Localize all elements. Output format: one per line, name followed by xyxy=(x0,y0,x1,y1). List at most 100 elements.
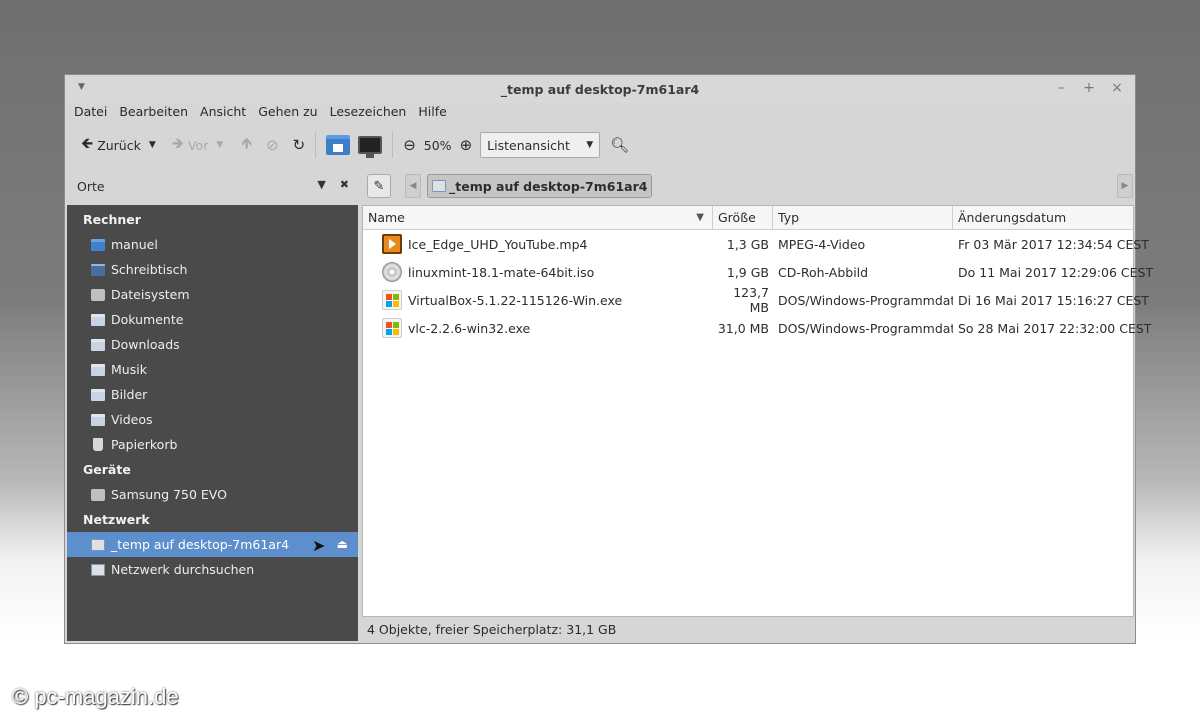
column-header-name[interactable]: Name ▼ xyxy=(363,206,713,229)
sidebar-item-label: Videos xyxy=(111,412,153,427)
sidebar-item-musik[interactable]: Musik xyxy=(67,357,358,382)
back-history-caret-icon[interactable]: ▼ xyxy=(149,140,156,150)
up-arrow-icon: 🡹 xyxy=(241,133,253,152)
file-name: vlc-2.2.6-win32.exe xyxy=(408,320,531,336)
sidebar-item-samsung-ssd[interactable]: Samsung 750 EVO xyxy=(67,482,358,507)
column-header-date[interactable]: Änderungsdatum xyxy=(953,206,1133,229)
sidebar-item-label: Musik xyxy=(111,362,147,377)
forward-arrow-icon: 🡺 xyxy=(171,133,184,152)
network-share-icon xyxy=(432,180,446,192)
title-bar: ▼ _temp auf desktop-7m61ar4 – + × xyxy=(65,75,1135,103)
menu-gehen-zu[interactable]: Gehen zu xyxy=(252,103,323,123)
table-row[interactable]: VirtualBox-5.1.22-115126-Win.exe 123,7 M… xyxy=(363,285,1149,315)
sidebar-item-label: manuel xyxy=(111,237,158,252)
file-name: linuxmint-18.1-mate-64bit.iso xyxy=(408,264,595,280)
stop-button[interactable]: ⊘ xyxy=(262,130,283,160)
close-button[interactable]: × xyxy=(1109,80,1125,96)
forward-history-caret-icon[interactable]: ▼ xyxy=(216,140,223,150)
file-list-header: Name ▼ Größe Typ Änderungsdatum xyxy=(363,206,1133,230)
drive-icon xyxy=(91,288,105,301)
sidebar-item-downloads[interactable]: Downloads xyxy=(67,332,358,357)
sidebar-item-schreibtisch[interactable]: Schreibtisch xyxy=(67,257,358,282)
eject-icon[interactable]: ⏏ xyxy=(337,537,348,551)
trash-icon xyxy=(93,438,103,451)
search-button[interactable]: 🔍︎ xyxy=(606,130,633,160)
section-header-netzwerk: Netzwerk xyxy=(83,512,150,527)
chevron-down-icon: ▼ xyxy=(586,140,594,150)
menu-datei[interactable]: Datei xyxy=(68,103,113,123)
mouse-cursor-icon: ➤ xyxy=(312,536,326,555)
breadcrumb-label: _temp auf desktop-7m61ar4 xyxy=(449,178,648,194)
sidebar-item-videos[interactable]: Videos xyxy=(67,407,358,432)
sidebar-item-bilder[interactable]: Bilder xyxy=(67,382,358,407)
video-file-icon xyxy=(382,234,402,254)
path-scroll-right-button[interactable]: ▶ xyxy=(1117,174,1133,198)
column-header-type[interactable]: Typ xyxy=(773,206,953,229)
sidebar-item-papierkorb[interactable]: Papierkorb xyxy=(67,432,358,457)
computer-button[interactable] xyxy=(354,130,386,160)
sidebar-item-label: Dateisystem xyxy=(111,287,190,302)
sidebar-item-dateisystem[interactable]: Dateisystem xyxy=(67,282,358,307)
sidebar-item-label: Schreibtisch xyxy=(111,262,188,277)
sidebar-item-dokumente[interactable]: Dokumente xyxy=(67,307,358,332)
zoom-in-icon: ⊕ xyxy=(459,136,473,154)
forward-button[interactable]: 🡺 Vor ▼ xyxy=(168,130,227,160)
column-label: Name xyxy=(368,210,405,225)
windows-exe-icon xyxy=(382,318,402,338)
maximize-button[interactable]: + xyxy=(1081,80,1097,96)
sidebar-item-label: Samsung 750 EVO xyxy=(111,487,227,502)
zoom-in-button[interactable]: ⊕ xyxy=(456,130,477,160)
file-size: 123,7 MB xyxy=(733,285,769,315)
file-list: Name ▼ Größe Typ Änderungsdatum Ice_Edge… xyxy=(362,205,1153,617)
file-type: DOS/Windows-Programmdatei xyxy=(778,320,953,336)
menu-bar: Datei Bearbeiten Ansicht Gehen zu Leseze… xyxy=(65,103,1135,123)
breadcrumb-current[interactable]: _temp auf desktop-7m61ar4 xyxy=(427,174,653,198)
view-mode-select[interactable]: Listenansicht ▼ xyxy=(480,132,601,158)
file-date: Di 16 Mai 2017 15:16:27 CEST xyxy=(958,292,1149,308)
network-icon xyxy=(91,563,105,576)
file-type: DOS/Windows-Programmdatei xyxy=(778,292,953,308)
places-dropdown-icon[interactable]: ▼ xyxy=(317,178,325,191)
folder-icon xyxy=(91,388,105,401)
file-name: Ice_Edge_UHD_YouTube.mp4 xyxy=(408,236,588,252)
table-row[interactable]: vlc-2.2.6-win32.exe 31,0 MB DOS/Windows-… xyxy=(363,314,1151,342)
toggle-location-edit-button[interactable]: ✎ xyxy=(367,174,391,198)
places-label[interactable]: Orte xyxy=(77,179,105,194)
sidebar-item-netzwerk-durchsuchen[interactable]: Netzwerk durchsuchen xyxy=(67,557,358,582)
table-row[interactable]: linuxmint-18.1-mate-64bit.iso 1,9 GB CD-… xyxy=(363,258,1153,286)
folder-icon xyxy=(91,363,105,376)
sidebar-item-label: Bilder xyxy=(111,387,148,402)
file-date: Fr 03 Mär 2017 12:34:54 CEST xyxy=(958,236,1149,252)
zoom-out-icon: ⊖ xyxy=(403,136,416,154)
file-name: VirtualBox-5.1.22-115126-Win.exe xyxy=(408,292,623,308)
chevron-left-icon: ◀ xyxy=(409,181,417,191)
desktop-icon xyxy=(91,263,105,276)
menu-lesezeichen[interactable]: Lesezeichen xyxy=(324,103,413,123)
section-header-rechner: Rechner xyxy=(83,212,141,227)
close-sidebar-icon[interactable]: ✖ xyxy=(340,178,349,191)
back-label: Zurück xyxy=(97,137,141,153)
toolbar-separator xyxy=(315,132,317,158)
menu-bearbeiten[interactable]: Bearbeiten xyxy=(113,103,194,123)
places-header: Orte ▼ ✖ xyxy=(67,171,357,201)
up-button[interactable]: 🡹 xyxy=(237,130,256,160)
home-folder-icon xyxy=(326,135,351,155)
minimize-button[interactable]: – xyxy=(1053,80,1069,96)
folder-icon xyxy=(91,338,105,351)
file-type: MPEG-4-Video xyxy=(778,236,866,252)
window-title: _temp auf desktop-7m61ar4 xyxy=(500,82,700,97)
back-button[interactable]: 🡸 Zurück ▼ xyxy=(77,130,160,160)
reload-button[interactable]: ↻ xyxy=(289,130,310,160)
zoom-out-button[interactable]: ⊖ xyxy=(399,130,420,160)
file-size: 1,9 GB xyxy=(726,264,769,280)
table-row[interactable]: Ice_Edge_UHD_YouTube.mp4 1,3 GB MPEG-4-V… xyxy=(363,230,1149,258)
menu-hilfe[interactable]: Hilfe xyxy=(412,103,452,123)
path-bar: ✎ ◀ _temp auf desktop-7m61ar4 ▶ xyxy=(367,171,1135,201)
menu-ansicht[interactable]: Ansicht xyxy=(194,103,252,123)
sidebar-item-manuel[interactable]: manuel xyxy=(67,232,358,257)
sidebar-item-label: Netzwerk durchsuchen xyxy=(111,562,255,577)
home-button[interactable] xyxy=(322,130,354,160)
column-header-size[interactable]: Größe xyxy=(713,206,773,229)
path-scroll-left-button[interactable]: ◀ xyxy=(405,174,421,198)
watermark: © pc-magazin.de xyxy=(12,684,179,709)
